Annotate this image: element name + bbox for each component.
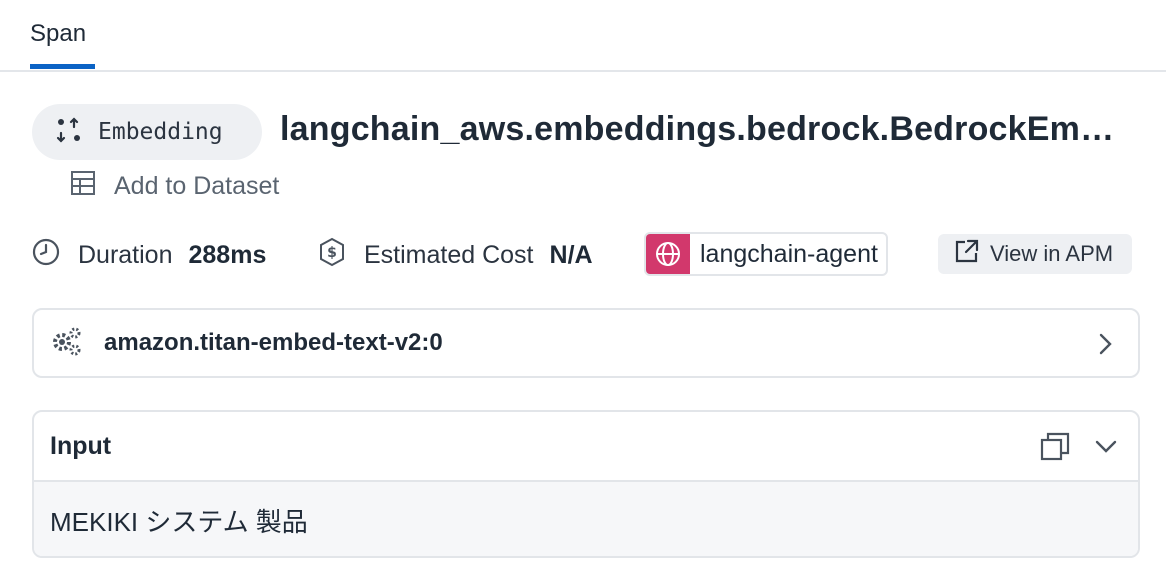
input-content: MEKIKI システム 製品 xyxy=(34,482,1138,556)
dollar-badge-icon: $ xyxy=(318,237,346,274)
span-title: langchain_aws.embeddings.bedrock.Bedrock… xyxy=(280,110,1115,148)
view-in-apm-button[interactable]: View in APM xyxy=(938,234,1132,274)
tab-span[interactable]: Span xyxy=(30,20,86,70)
embedding-arrows-icon xyxy=(56,116,82,148)
external-link-icon xyxy=(954,238,980,270)
chevron-right-icon xyxy=(1094,332,1116,361)
view-in-apm-label: View in APM xyxy=(990,241,1114,266)
input-panel-header[interactable]: Input xyxy=(34,412,1138,482)
duration-value: 288ms xyxy=(188,240,267,269)
cost-label: Estimated Cost xyxy=(364,240,534,269)
span-metadata-row: Duration 288ms $ Estimated Cost N/A lang… xyxy=(32,232,1142,278)
active-tab-indicator xyxy=(30,64,95,69)
add-to-dataset-label: Add to Dataset xyxy=(114,172,280,200)
clock-icon xyxy=(32,238,60,273)
globe-icon xyxy=(646,234,690,274)
model-name: amazon.titan-embed-text-v2:0 xyxy=(104,329,443,356)
table-icon xyxy=(70,170,96,203)
duration-label: Duration xyxy=(78,240,173,269)
cost-metric: $ Estimated Cost N/A xyxy=(318,232,593,278)
model-row[interactable]: amazon.titan-embed-text-v2:0 xyxy=(32,308,1140,378)
svg-text:$: $ xyxy=(327,245,337,261)
service-tag[interactable]: langchain-agent xyxy=(644,232,888,276)
chevron-down-icon[interactable] xyxy=(1094,436,1118,463)
cost-value: N/A xyxy=(549,240,593,269)
add-to-dataset-button[interactable]: Add to Dataset xyxy=(70,170,279,203)
input-panel-title: Input xyxy=(50,431,112,460)
gears-icon xyxy=(50,325,82,362)
copy-icon[interactable] xyxy=(1040,432,1070,467)
input-panel: Input MEKIKI システム 製品 xyxy=(32,410,1140,558)
service-name: langchain-agent xyxy=(700,239,878,268)
tab-bar: Span xyxy=(0,0,1166,72)
span-kind-badge: Embedding xyxy=(32,104,262,160)
span-kind-label: Embedding xyxy=(98,119,223,145)
duration-metric: Duration 288ms xyxy=(32,232,266,278)
